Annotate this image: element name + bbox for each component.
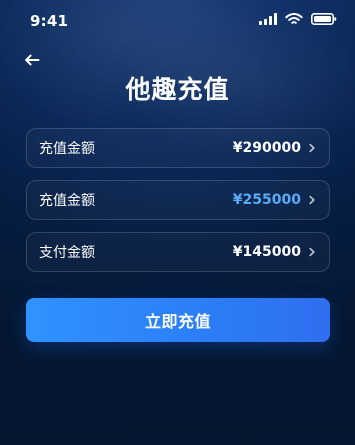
status-time: 9:41 <box>30 12 69 30</box>
wifi-icon <box>285 13 303 25</box>
row-label: 充值金额 <box>39 193 95 209</box>
battery-icon <box>311 13 337 25</box>
amount-value: ¥255000 <box>232 192 301 208</box>
status-icons <box>259 11 337 27</box>
recharge-now-button[interactable]: 立即充值 <box>26 298 330 342</box>
row-right: ¥290000 <box>233 140 317 156</box>
row-right: ¥145000 <box>233 244 317 260</box>
background-texture <box>0 0 355 445</box>
row-label: 充值金额 <box>39 141 95 157</box>
amount-value: ¥145000 <box>232 244 301 260</box>
amount-value: ¥290000 <box>232 140 301 156</box>
row-label: 支付金额 <box>39 245 95 261</box>
recharge-now-label: 立即充值 <box>144 312 211 331</box>
amount-row-recharge-1[interactable]: 充值金额 ¥290000 <box>26 128 330 168</box>
chevron-right-icon <box>307 143 317 153</box>
status-bar: 9:41 <box>0 0 355 40</box>
amount-row-payment[interactable]: 支付金额 ¥145000 <box>26 232 330 272</box>
page-title: 他趣充值 <box>125 75 230 104</box>
chevron-right-icon <box>307 195 317 205</box>
cellular-signal-icon <box>259 13 277 25</box>
row-right: ¥255000 <box>233 192 317 208</box>
chevron-right-icon <box>307 247 317 257</box>
amount-row-recharge-2[interactable]: 充值金额 ¥255000 <box>26 180 330 220</box>
